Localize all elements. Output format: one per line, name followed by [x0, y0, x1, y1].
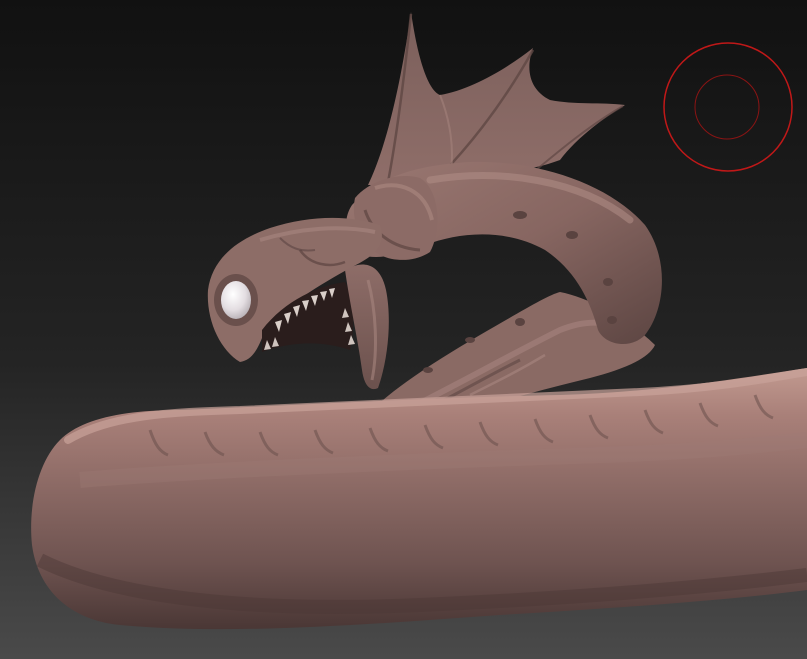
viewport-canvas[interactable] — [0, 0, 807, 659]
sculpt-viewport[interactable] — [0, 0, 807, 659]
eye — [221, 281, 251, 319]
